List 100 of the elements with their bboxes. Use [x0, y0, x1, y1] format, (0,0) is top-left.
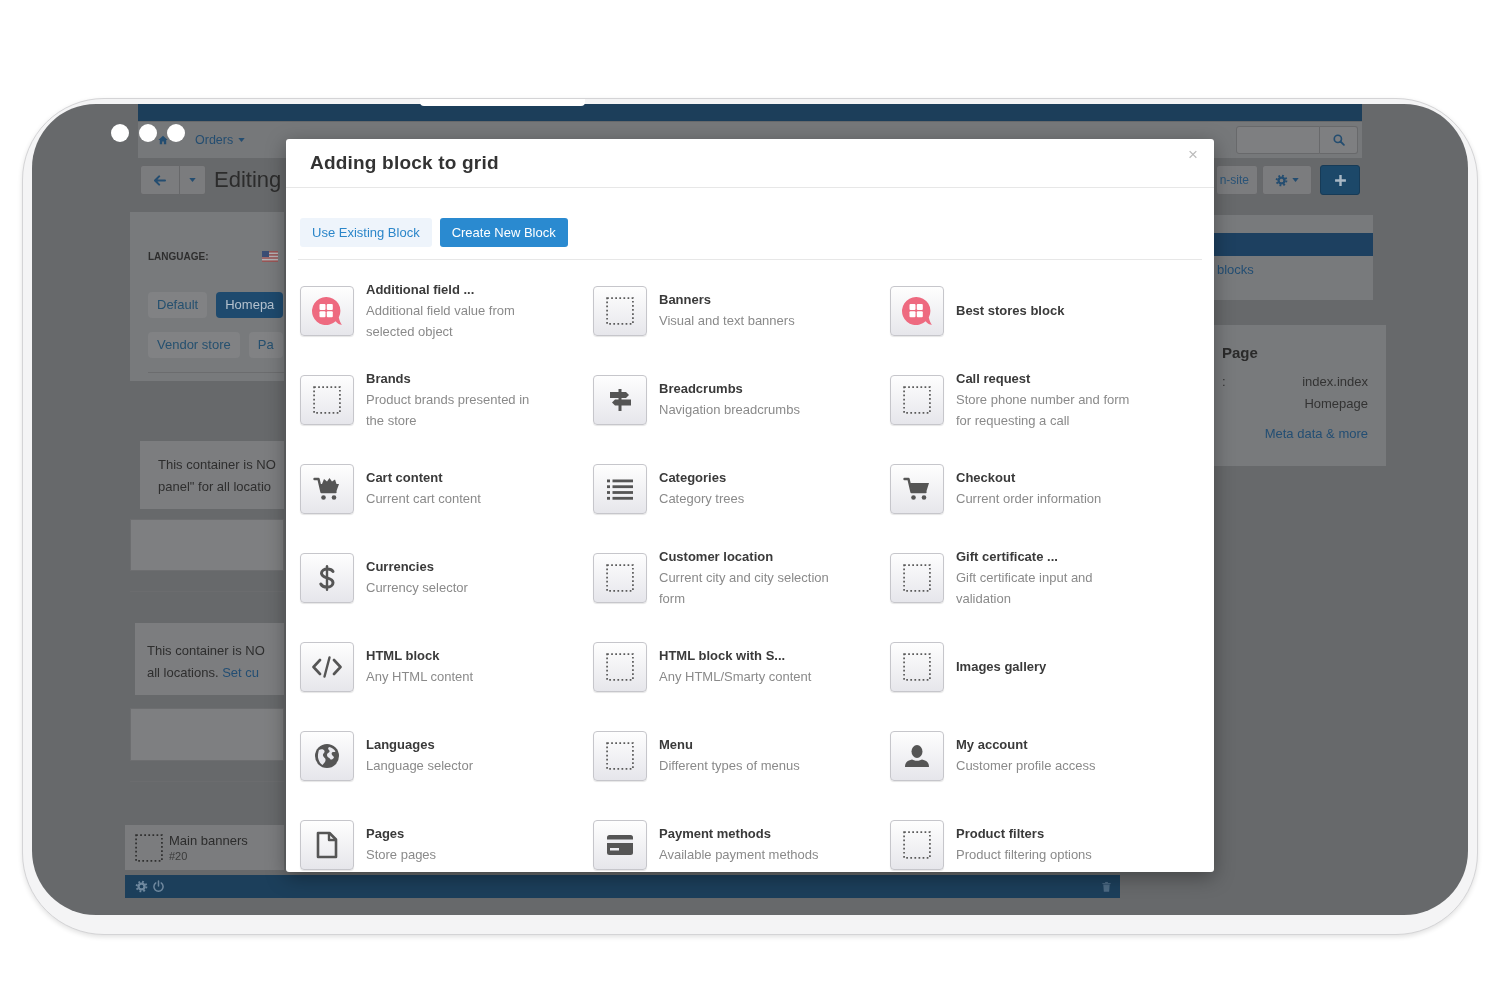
home-icon[interactable]: [158, 135, 168, 145]
block-title: Languages: [366, 736, 436, 754]
block-title: Checkout: [956, 469, 1017, 487]
dotted-square-icon: [135, 833, 163, 862]
block-description: Gift certificate input and validation: [956, 568, 1094, 608]
add-button[interactable]: [1320, 165, 1360, 195]
block-description: Current order information: [956, 490, 1103, 508]
caret-icon: [189, 178, 196, 182]
block-title: Best stores block: [956, 301, 1065, 320]
layout-tab[interactable]: Homepa: [216, 292, 284, 318]
tab[interactable]: Create New Block: [439, 218, 568, 247]
gear-icon: [135, 880, 148, 893]
credit-card-icon[interactable]: [593, 819, 647, 870]
dotted-square-icon[interactable]: [593, 641, 647, 692]
layout-tab[interactable]: Pa: [248, 332, 283, 358]
block-description: Navigation breadcrumbs: [659, 401, 801, 419]
layout-tab[interactable]: Vendor store: [148, 332, 240, 358]
block-number: #20: [169, 849, 189, 863]
block-description: Store pages: [366, 846, 438, 864]
block-title: Brands: [366, 369, 412, 388]
block-title: Product filters: [956, 825, 1046, 843]
meta-data-link[interactable]: Meta data & more: [1222, 425, 1368, 443]
flag-icon: [262, 250, 278, 262]
block-title: Pages: [366, 825, 406, 843]
site-button[interactable]: n-site: [1215, 165, 1258, 195]
block-title: Customer location: [659, 547, 775, 566]
container-note: This container is NO panel" for all locatio: [158, 456, 277, 496]
container-note: This container is NO all locations. Set cu: [147, 642, 266, 682]
text-link[interactable]: Set cu: [222, 665, 260, 680]
close-button[interactable]: ×: [1188, 146, 1198, 163]
block-description: Customer profile access: [956, 757, 1097, 775]
document-icon[interactable]: [300, 819, 354, 870]
block-name: Main banners: [169, 832, 248, 849]
plus-icon: [1333, 173, 1347, 187]
block-description: Different types of menus: [659, 757, 801, 775]
speech-bubble-icon[interactable]: [300, 285, 354, 336]
language-label: LANGUAGE:: [148, 249, 209, 264]
page-title: Editing: [214, 166, 282, 194]
block-description: Any HTML content: [366, 668, 475, 686]
block-description: Any HTML/Smarty content: [659, 668, 813, 686]
list-icon[interactable]: [593, 463, 647, 514]
dotted-square-icon[interactable]: [593, 730, 647, 781]
row-label: :: [1222, 373, 1226, 391]
trash-icon: [1101, 880, 1112, 893]
blocks-link[interactable]: blocks: [1217, 262, 1254, 278]
block-title: Categories: [659, 469, 728, 487]
signpost-icon[interactable]: [593, 374, 647, 425]
speech-bubble-icon[interactable]: [890, 285, 944, 336]
block-title: Cart content: [366, 469, 444, 487]
block-title: HTML block: [366, 647, 441, 665]
user-icon[interactable]: [890, 730, 944, 781]
block-title: Banners: [659, 291, 713, 309]
layout-tab[interactable]: Default: [148, 292, 208, 318]
block-title: Payment methods: [659, 825, 772, 843]
block-title: HTML block with S...: [659, 647, 787, 665]
block-description: Product filtering options: [956, 846, 1093, 864]
dotted-square-icon[interactable]: [300, 374, 354, 425]
dollar-icon[interactable]: [300, 552, 354, 603]
caret-icon: [238, 138, 246, 142]
block-title: Additional field ...: [366, 280, 476, 299]
full-cart-icon[interactable]: [300, 463, 354, 514]
tab[interactable]: Use Existing Block: [300, 218, 432, 247]
back-button[interactable]: [140, 165, 180, 195]
block-description: Current cart content: [366, 490, 482, 508]
block-description: Category trees: [659, 490, 746, 508]
block-title: Images gallery: [956, 657, 1047, 676]
dotted-square-icon[interactable]: [593, 552, 647, 603]
block-title: Currencies: [366, 558, 435, 576]
globe-icon[interactable]: [300, 730, 354, 781]
block-description: Current city and city selection form: [659, 568, 830, 608]
dotted-square-icon[interactable]: [890, 552, 944, 603]
block-description: Language selector: [366, 757, 474, 775]
block-title: Breadcrumbs: [659, 380, 744, 398]
block-description: Currency selector: [366, 579, 469, 597]
settings-button[interactable]: [1262, 165, 1312, 195]
cart-icon[interactable]: [890, 463, 944, 514]
dotted-square-icon[interactable]: [890, 374, 944, 425]
block-description: Available payment methods: [659, 846, 820, 864]
block-description: Product brands presented in the store: [366, 390, 531, 430]
dot-icon: [111, 124, 129, 142]
menu-item[interactable]: Orders: [195, 130, 246, 150]
arrow-left-icon: [154, 174, 166, 186]
caret-icon: [1292, 178, 1299, 182]
search-button[interactable]: [1320, 126, 1358, 154]
modal-title: Adding block to grid: [310, 151, 499, 175]
search-icon: [1332, 134, 1345, 146]
power-icon: [152, 880, 165, 893]
row-value: index.index: [1302, 373, 1368, 391]
code-icon[interactable]: [300, 641, 354, 692]
block-description: Additional field value from selected object: [366, 301, 516, 341]
block-description: Visual and text banners: [659, 312, 796, 330]
panel-title: Page: [1222, 343, 1259, 363]
block-title: Call request: [956, 369, 1032, 388]
block-title: Menu: [659, 736, 694, 754]
dotted-square-icon[interactable]: [890, 819, 944, 870]
gear-icon: [1275, 173, 1288, 187]
block-title: Gift certificate ...: [956, 547, 1059, 566]
row-value: Homepage: [1304, 395, 1368, 413]
dotted-square-icon[interactable]: [593, 285, 647, 336]
dotted-square-icon[interactable]: [890, 641, 944, 692]
